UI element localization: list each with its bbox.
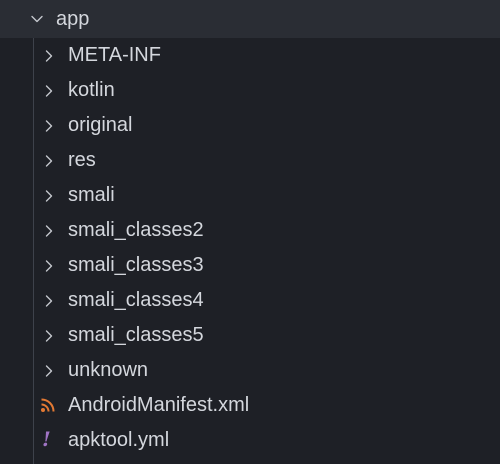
chevron-down-icon[interactable]	[30, 12, 44, 26]
chevron-right-icon[interactable]	[42, 224, 56, 238]
tree-item-label: original	[68, 114, 133, 136]
tree-item-label: AndroidManifest.xml	[68, 394, 250, 416]
chevron-right-icon[interactable]	[42, 49, 56, 63]
tree-item-apktool-yml[interactable]: ! apktool.yml	[0, 423, 500, 458]
chevron-right-icon[interactable]	[42, 364, 56, 378]
tree-item-smali[interactable]: smali	[0, 178, 500, 213]
tree-item-android-manifest[interactable]: AndroidManifest.xml	[0, 388, 500, 423]
rss-xml-icon	[40, 397, 56, 413]
chevron-right-icon[interactable]	[42, 259, 56, 273]
tree-item-unknown[interactable]: unknown	[0, 353, 500, 388]
tree-item-label: smali_classes4	[68, 289, 204, 311]
tree-item-smali-classes3[interactable]: smali_classes3	[0, 248, 500, 283]
tree-item-meta-inf[interactable]: META-INF	[0, 38, 500, 73]
tree-item-label: smali_classes5	[68, 324, 204, 346]
tree-item-smali-classes2[interactable]: smali_classes2	[0, 213, 500, 248]
tree-item-label: apktool.yml	[68, 429, 170, 451]
tree-root-app[interactable]: app	[0, 0, 500, 38]
tree-item-label: smali_classes2	[68, 219, 204, 241]
chevron-right-icon[interactable]	[42, 329, 56, 343]
chevron-right-icon[interactable]	[42, 119, 56, 133]
chevron-right-icon[interactable]	[42, 189, 56, 203]
tree-item-smali-classes4[interactable]: smali_classes4	[0, 283, 500, 318]
tree-item-label: smali	[68, 184, 115, 206]
chevron-right-icon[interactable]	[42, 84, 56, 98]
exclamation-yml-icon: !	[42, 427, 51, 451]
tree-root-label: app	[56, 8, 90, 30]
tree-item-original[interactable]: original	[0, 108, 500, 143]
chevron-right-icon[interactable]	[42, 154, 56, 168]
file-explorer-tree: app META-INF kotlin original res smali s…	[0, 0, 500, 464]
tree-item-res[interactable]: res	[0, 143, 500, 178]
tree-item-kotlin[interactable]: kotlin	[0, 73, 500, 108]
tree-item-label: res	[68, 149, 96, 171]
tree-item-label: smali_classes3	[68, 254, 204, 276]
tree-item-label: META-INF	[68, 44, 161, 66]
chevron-right-icon[interactable]	[42, 294, 56, 308]
tree-item-label: kotlin	[68, 79, 115, 101]
tree-item-smali-classes5[interactable]: smali_classes5	[0, 318, 500, 353]
tree-item-label: unknown	[68, 359, 149, 381]
